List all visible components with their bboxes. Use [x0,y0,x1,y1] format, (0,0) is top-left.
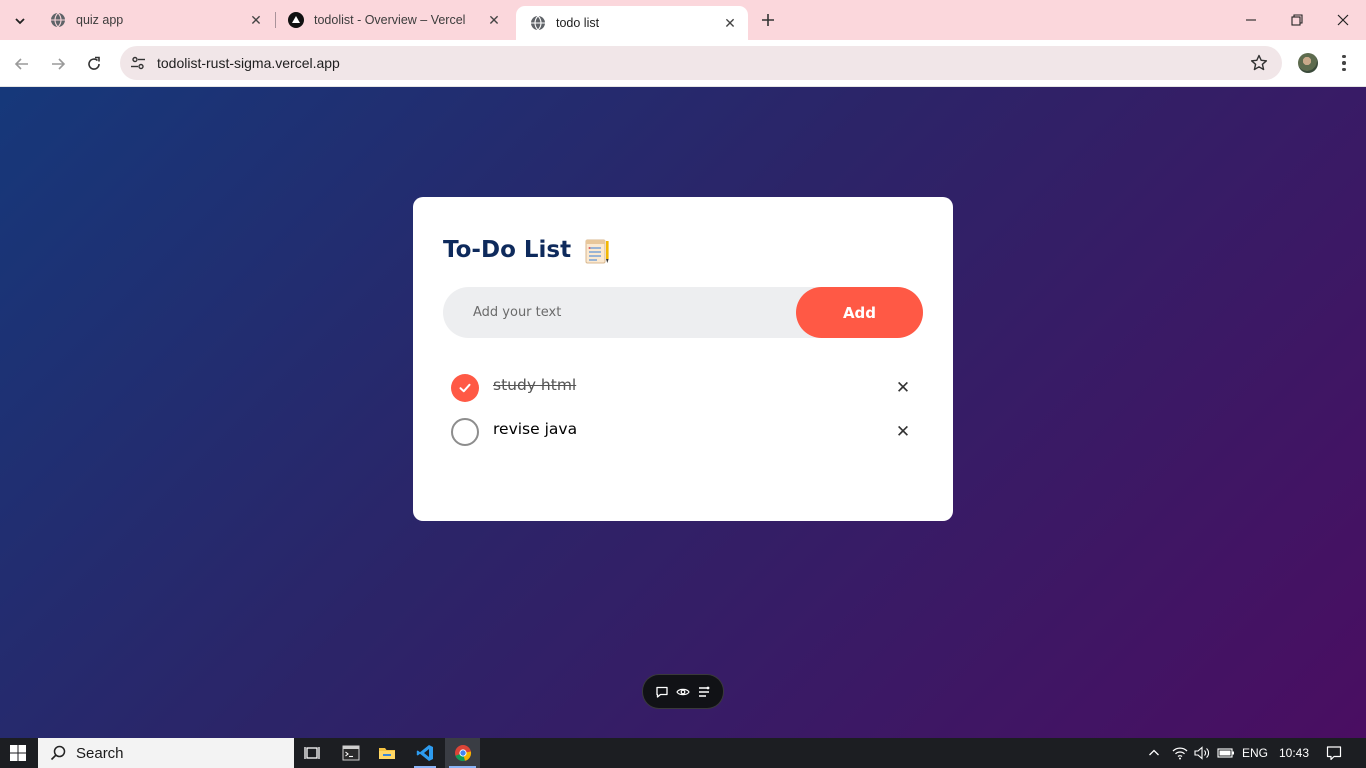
battery-status[interactable] [1216,738,1236,768]
tab-search-button[interactable] [6,7,34,35]
minimize-button[interactable] [1228,0,1274,40]
chevron-down-icon [15,18,25,25]
task-view-icon [304,747,320,759]
app-title-text: To-Do List [443,237,572,263]
restore-icon [1291,14,1303,26]
todo-text: revise java [493,420,578,438]
page-background: To-Do List Add study html ✕ [0,87,1366,738]
close-icon[interactable]: ✕ [248,12,264,28]
delete-icon[interactable]: ✕ [893,422,913,442]
volume-control[interactable] [1192,738,1212,768]
new-tab-button[interactable] [756,8,780,32]
file-explorer-app[interactable] [372,738,402,768]
browser-toolbar: todolist-rust-sigma.vercel.app [0,40,1366,87]
tab-title: todo list [556,16,600,30]
site-info-icon[interactable] [128,53,148,73]
tab-quiz-app[interactable]: quiz app ✕ [36,0,274,40]
todo-text: study html [493,376,577,394]
checked-checkbox[interactable] [451,374,479,402]
search-label: Search [76,744,124,762]
terminal-icon [342,745,360,761]
add-button[interactable]: Add [796,287,923,338]
network-status[interactable] [1170,738,1190,768]
task-view-button[interactable] [298,738,326,768]
chrome-icon [454,745,471,762]
back-button[interactable] [8,50,36,78]
notepad-icon [583,237,609,264]
comment-icon[interactable] [654,684,670,700]
profile-avatar[interactable] [1298,53,1318,73]
eye-icon[interactable] [675,684,691,700]
delete-icon[interactable]: ✕ [893,378,913,398]
terminal-app[interactable] [336,738,366,768]
speaker-icon [1194,746,1209,760]
forward-button[interactable] [44,50,72,78]
battery-icon [1217,748,1234,758]
search-icon [50,745,66,761]
arrow-left-icon [14,58,28,70]
taskbar: Search ENG 10:43 [0,738,1366,768]
reload-icon [88,56,100,70]
tab-title: quiz app [76,13,124,27]
todo-card: To-Do List Add study html ✕ [413,197,953,521]
clock[interactable]: 10:43 [1276,738,1312,768]
address-bar[interactable]: todolist-rust-sigma.vercel.app [120,46,1282,80]
restore-button[interactable] [1274,0,1320,40]
folder-icon [379,748,395,759]
wifi-icon [1172,747,1188,760]
tab-strip: quiz app ✕ todolist - Overview – Vercel … [0,0,1366,40]
globe-icon [50,12,66,28]
todo-item[interactable]: revise java ✕ [451,415,915,446]
todo-item[interactable]: study html ✕ [451,371,915,402]
reload-button[interactable] [80,50,108,78]
close-icon [1337,14,1349,26]
taskbar-search[interactable]: Search [38,738,294,768]
checkmark-icon [459,383,471,393]
chevron-up-icon [1149,749,1159,756]
vscode-app[interactable] [410,738,440,768]
bookmark-star-icon[interactable] [1250,54,1268,72]
close-window-button[interactable] [1320,0,1366,40]
vercel-icon [288,12,304,28]
close-icon[interactable]: ✕ [486,12,502,28]
add-task-row: Add [443,287,923,338]
menu-icon[interactable] [696,684,712,700]
vscode-icon [416,745,433,761]
input-language[interactable]: ENG [1240,738,1270,768]
unchecked-checkbox[interactable] [451,418,479,446]
notifications-button[interactable] [1322,738,1346,768]
notification-icon [1326,746,1342,761]
start-button[interactable] [0,738,36,768]
plus-icon [762,14,774,26]
arrow-right-icon [52,58,66,70]
task-input[interactable] [443,287,796,338]
tab-todo-list[interactable]: todo list ✕ [516,6,748,40]
show-hidden-icons-button[interactable] [1144,738,1164,768]
chrome-app[interactable] [445,738,480,768]
minimize-icon [1246,19,1256,21]
tab-title: todolist - Overview – Vercel [314,13,466,27]
app-title: To-Do List [443,237,609,264]
floating-toolbar [643,675,723,708]
browser-menu-button[interactable] [1334,52,1354,74]
globe-icon [530,15,546,31]
windows-icon [10,745,26,761]
url-text: todolist-rust-sigma.vercel.app [157,55,340,71]
close-icon[interactable]: ✕ [722,15,738,31]
tab-vercel[interactable]: todolist - Overview – Vercel ✕ [274,0,512,40]
